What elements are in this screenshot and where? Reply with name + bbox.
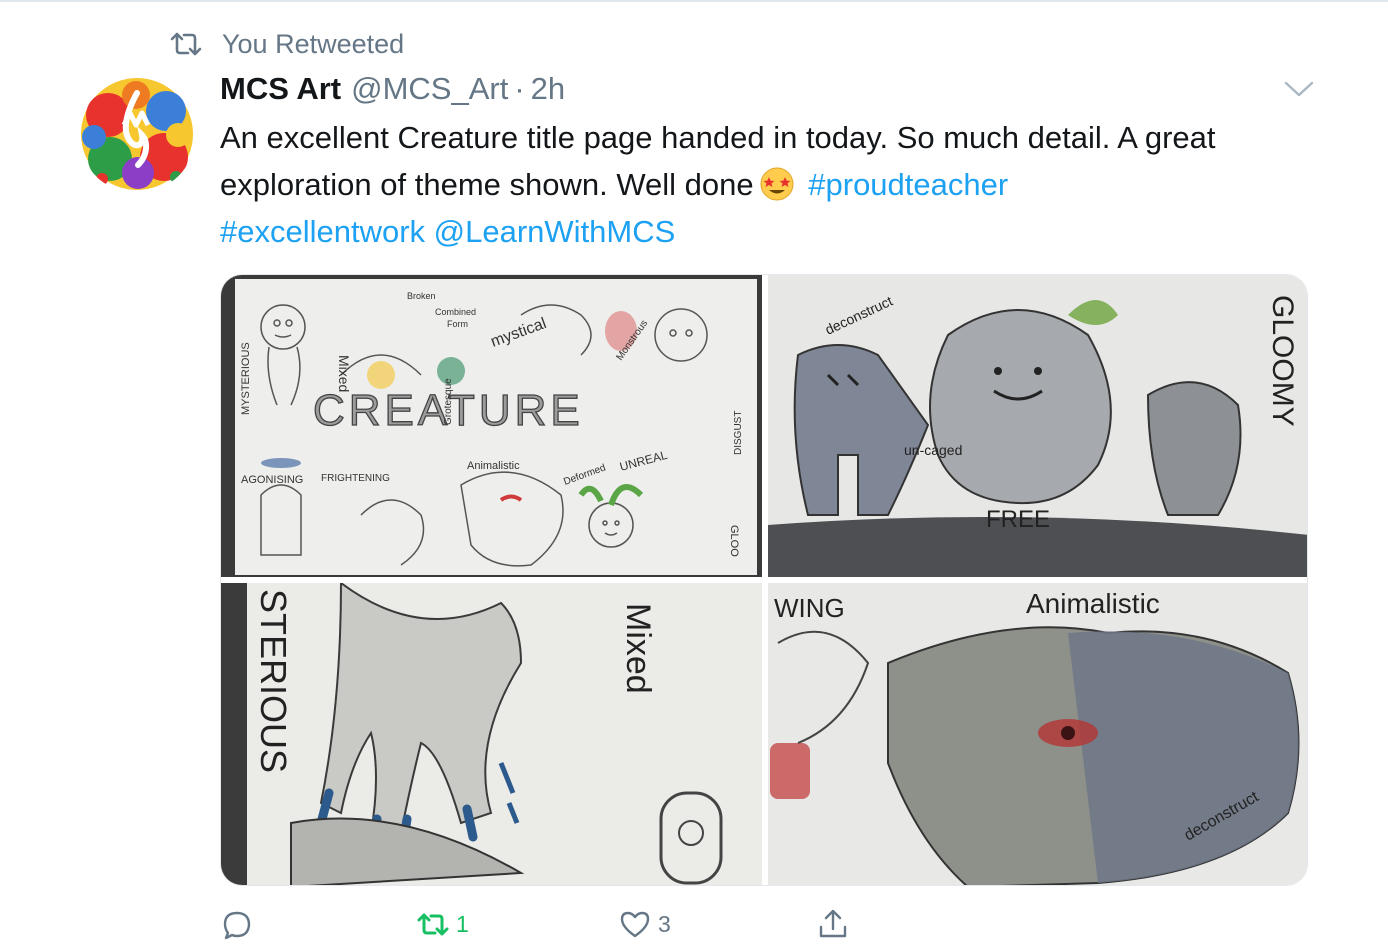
panel1-word-agonising: AGONISING xyxy=(241,474,303,486)
panel1-word-disgust: DISGUST xyxy=(733,411,744,455)
retweet-context-label: You Retweeted xyxy=(222,28,405,59)
panel1-word-combined: Combined xyxy=(435,307,476,317)
retweet-button[interactable]: 1 xyxy=(416,904,469,944)
panel3-word-mixed: Mixed xyxy=(619,603,657,694)
mention-learnwithmcs[interactable]: @LearnWithMCS xyxy=(434,214,676,249)
avatar[interactable] xyxy=(78,75,196,193)
media-image-2[interactable]: deconstruct GLOOMY un-caged FREE xyxy=(768,275,1307,577)
panel1-word-broken: Broken xyxy=(407,291,436,301)
panel1-word-gloo: GLOO xyxy=(728,525,740,557)
hashtag-proudteacher[interactable]: #proudteacher xyxy=(808,167,1008,202)
avatar-logo-image xyxy=(78,75,196,193)
heart-icon xyxy=(620,911,650,938)
media-image-4[interactable]: WING Animalistic deconstruct xyxy=(768,583,1307,885)
reply-button[interactable] xyxy=(220,904,260,944)
panel1-word-mysterious: MYSTERIOUS xyxy=(240,342,252,415)
tweet-header: MCS Art @MCS_Art · 2h xyxy=(220,68,565,110)
author-name[interactable]: MCS Art xyxy=(220,71,341,107)
separator-dot: · xyxy=(514,71,525,106)
hashtag-excellentwork[interactable]: #excellentwork xyxy=(220,214,425,249)
top-divider xyxy=(0,0,1388,2)
tweet-timestamp[interactable]: 2h xyxy=(531,71,565,107)
media-image-3[interactable]: STERIOUS Mixed xyxy=(221,583,762,885)
panel1-word-form: Form xyxy=(447,319,468,329)
tweet-actions: 1 3 xyxy=(220,904,940,944)
like-button[interactable]: 3 xyxy=(618,904,671,944)
panel1-word-animalistic: Animalistic xyxy=(467,460,520,472)
retweet-context: You Retweeted xyxy=(170,26,404,62)
media-grid: CREATURE MYSTERIOUS Mixed Animalistic AG… xyxy=(220,274,1308,886)
panel1-word-grotesque: Grotesque xyxy=(443,378,454,425)
retweet-icon xyxy=(170,32,202,56)
star-struck-emoji xyxy=(760,167,794,201)
panel2-word-gloomy: GLOOMY xyxy=(1266,295,1299,427)
tweet-body-text: An excellent Creature title page handed … xyxy=(220,120,1216,202)
panel1-word-mixed: Mixed xyxy=(336,355,352,392)
like-count: 3 xyxy=(658,910,671,937)
author-handle[interactable]: @MCS_Art xyxy=(351,71,508,107)
chevron-down-icon[interactable] xyxy=(1282,78,1316,100)
share-button[interactable] xyxy=(816,904,850,944)
reply-icon xyxy=(223,911,251,940)
retweet-icon xyxy=(417,913,449,936)
retweet-count: 1 xyxy=(456,910,469,937)
panel4-word-animalistic: Animalistic xyxy=(1026,588,1160,619)
panel3-word-sterious: STERIOUS xyxy=(253,589,294,773)
tweet-text: An excellent Creature title page handed … xyxy=(220,114,1280,255)
panel4-word-wing: WING xyxy=(774,593,845,623)
share-icon xyxy=(819,909,847,938)
panel2-word-uncaged: un-caged xyxy=(904,442,962,458)
media-image-1[interactable]: CREATURE MYSTERIOUS Mixed Animalistic AG… xyxy=(221,275,762,577)
panel1-word-frightening: FRIGHTENING xyxy=(321,473,390,484)
panel2-word-free: FREE xyxy=(986,506,1050,533)
